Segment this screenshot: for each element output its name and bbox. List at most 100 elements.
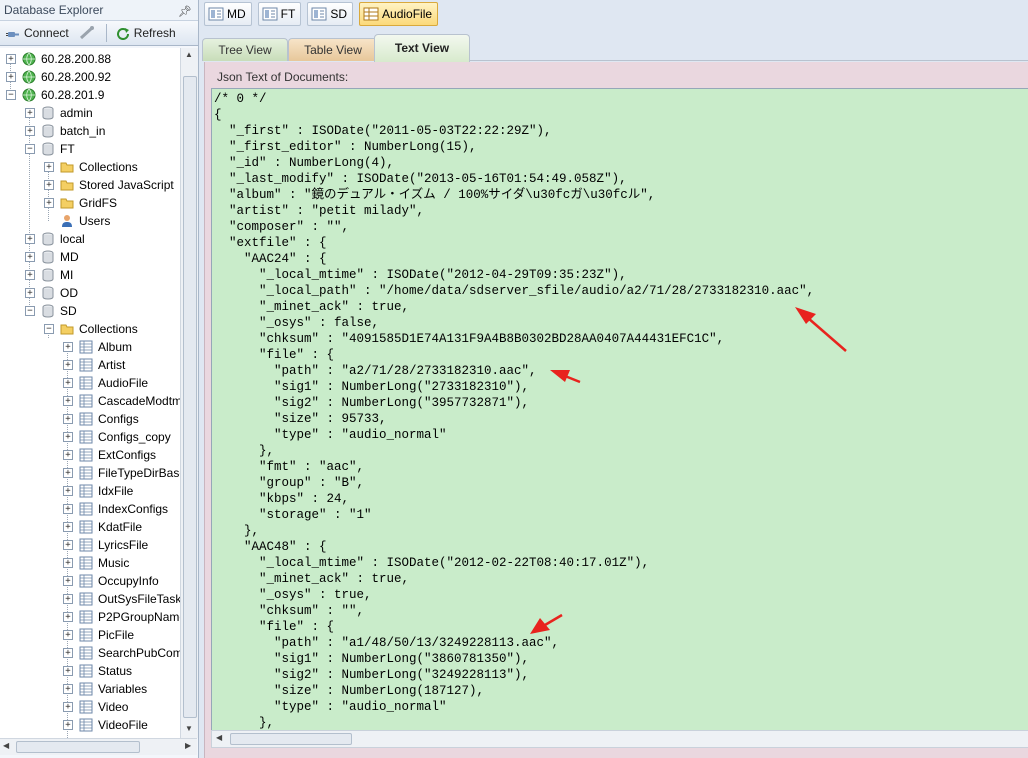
expand-toggle-icon[interactable]: +	[25, 234, 35, 244]
expand-toggle-icon[interactable]: +	[63, 432, 73, 442]
tree-node[interactable]: + Status	[0, 662, 180, 680]
tree-node[interactable]: + OD	[0, 284, 180, 302]
json-horizontal-scrollbar[interactable]: ◀	[211, 730, 1028, 748]
expand-toggle-icon[interactable]: +	[63, 504, 73, 514]
tree-node[interactable]: + admin	[0, 104, 180, 122]
tree-node[interactable]: + AudioFile	[0, 374, 180, 392]
disconnect-button[interactable]	[75, 23, 103, 43]
tree-node[interactable]: + ExtConfigs	[0, 446, 180, 464]
expand-toggle-icon[interactable]: +	[6, 72, 16, 82]
tab-tree-view[interactable]: Tree View	[202, 38, 288, 61]
expand-toggle-icon[interactable]: +	[63, 594, 73, 604]
refresh-button[interactable]: Refresh	[112, 23, 180, 43]
doc-tab-ft[interactable]: FT	[257, 2, 302, 26]
json-line: "_minet_ack" : true,	[259, 300, 410, 314]
doc-tab-md[interactable]: MD	[204, 2, 252, 26]
expand-toggle-icon[interactable]: +	[44, 198, 54, 208]
scroll-right-arrow-icon[interactable]: ▶	[185, 741, 191, 750]
expand-toggle-icon[interactable]: +	[63, 378, 73, 388]
tree-node[interactable]: + Configs	[0, 410, 180, 428]
doc-tab-audiofile[interactable]: AudioFile	[359, 2, 439, 26]
expand-toggle-icon[interactable]: +	[63, 468, 73, 478]
expand-toggle-icon[interactable]: +	[25, 270, 35, 280]
tree-node[interactable]: + Stored JavaScript	[0, 176, 180, 194]
tree-node[interactable]: + KdatFile	[0, 518, 180, 536]
expand-toggle-icon[interactable]: +	[25, 288, 35, 298]
expand-toggle-icon[interactable]: +	[63, 666, 73, 676]
expand-toggle-icon[interactable]: +	[63, 522, 73, 532]
tree-node[interactable]: + SearchPubCom	[0, 644, 180, 662]
expand-toggle-icon[interactable]: +	[25, 126, 35, 136]
tab-text-view[interactable]: Text View	[374, 34, 470, 62]
tree-node[interactable]: − SD	[0, 302, 180, 320]
tree-node[interactable]: + VideoFile	[0, 716, 180, 734]
tree-node[interactable]: + Artist	[0, 356, 180, 374]
scroll-left-arrow-icon[interactable]: ◀	[216, 733, 222, 742]
tree-hscroll-thumb[interactable]	[16, 741, 140, 753]
tree-node[interactable]: + local	[0, 230, 180, 248]
expand-toggle-icon[interactable]: +	[25, 108, 35, 118]
tree-node[interactable]: + PicFile	[0, 626, 180, 644]
expand-toggle-icon[interactable]: +	[63, 540, 73, 550]
tree-node[interactable]: +60.28.200.88	[0, 50, 180, 68]
tree-node[interactable]: − FT	[0, 140, 180, 158]
expand-toggle-icon[interactable]: +	[63, 360, 73, 370]
tree-node[interactable]: + Album	[0, 338, 180, 356]
expand-toggle-icon[interactable]: +	[25, 252, 35, 262]
tree-node[interactable]: + Collections	[0, 158, 180, 176]
expand-toggle-icon[interactable]: +	[63, 342, 73, 352]
tree-node[interactable]: − Collections	[0, 320, 180, 338]
tree-node[interactable]: Users	[0, 212, 180, 230]
tree-node[interactable]: + MD	[0, 248, 180, 266]
expand-toggle-icon[interactable]: +	[63, 684, 73, 694]
expand-toggle-icon[interactable]: +	[63, 630, 73, 640]
tree-node[interactable]: + Configs_copy	[0, 428, 180, 446]
tree-node[interactable]: + Music	[0, 554, 180, 572]
tree-horizontal-scrollbar[interactable]: ◀ ▶	[0, 738, 197, 755]
expand-toggle-icon[interactable]: +	[63, 486, 73, 496]
tree-node[interactable]: + OccupyInfo	[0, 572, 180, 590]
collapse-toggle-icon[interactable]: −	[25, 144, 35, 154]
collapse-toggle-icon[interactable]: −	[44, 324, 54, 334]
tree-vscroll-thumb[interactable]	[183, 76, 197, 718]
tree-node[interactable]: + CascadeModtm	[0, 392, 180, 410]
tree-node[interactable]: + MI	[0, 266, 180, 284]
scroll-down-arrow-icon[interactable]: ▼	[185, 724, 193, 733]
expand-toggle-icon[interactable]: +	[63, 450, 73, 460]
expand-toggle-icon[interactable]: +	[63, 414, 73, 424]
database-tree[interactable]: +60.28.200.88 +60.28.200.92−60.28.201.9 + a…	[0, 48, 180, 738]
expand-toggle-icon[interactable]: +	[63, 576, 73, 586]
tab-table-view[interactable]: Table View	[288, 38, 378, 61]
expand-toggle-icon[interactable]: +	[44, 162, 54, 172]
tree-node[interactable]: + IndexConfigs	[0, 500, 180, 518]
expand-toggle-icon[interactable]: +	[63, 612, 73, 622]
doc-tab-sd[interactable]: SD	[307, 2, 354, 26]
expand-toggle-icon[interactable]: +	[6, 54, 16, 64]
expand-toggle-icon[interactable]: +	[63, 702, 73, 712]
expand-toggle-icon[interactable]: +	[63, 396, 73, 406]
tree-node[interactable]: + Variables	[0, 680, 180, 698]
expand-toggle-icon[interactable]: +	[63, 648, 73, 658]
expand-toggle-icon[interactable]: +	[63, 558, 73, 568]
tree-node[interactable]: + Video	[0, 698, 180, 716]
tree-node[interactable]: + FileTypeDirBase	[0, 464, 180, 482]
collapse-toggle-icon[interactable]: −	[25, 306, 35, 316]
json-text-area[interactable]: /* 0 */ { "_first" : ISODate("2011-05-03…	[211, 88, 1028, 732]
scroll-up-arrow-icon[interactable]: ▲	[185, 50, 193, 59]
scroll-left-arrow-icon[interactable]: ◀	[3, 741, 9, 750]
tree-node[interactable]: + batch_in	[0, 122, 180, 140]
expand-toggle-icon[interactable]: +	[44, 180, 54, 190]
tree-node[interactable]: + P2PGroupName	[0, 608, 180, 626]
tree-node[interactable]: + OutSysFileTask	[0, 590, 180, 608]
tree-node[interactable]: + IdxFile	[0, 482, 180, 500]
connect-button[interactable]: Connect	[2, 23, 73, 43]
tree-node[interactable]: +60.28.200.92	[0, 68, 180, 86]
tree-node[interactable]: − 60.28.201.9	[0, 86, 180, 104]
tree-vertical-scrollbar[interactable]: ▲ ▼	[180, 48, 198, 738]
pin-icon[interactable]: 📌︎	[178, 2, 192, 22]
tree-node[interactable]: + GridFS	[0, 194, 180, 212]
collapse-toggle-icon[interactable]: −	[6, 90, 16, 100]
tree-node[interactable]: + LyricsFile	[0, 536, 180, 554]
expand-toggle-icon[interactable]: +	[63, 720, 73, 730]
json-hscroll-thumb[interactable]	[230, 733, 352, 745]
